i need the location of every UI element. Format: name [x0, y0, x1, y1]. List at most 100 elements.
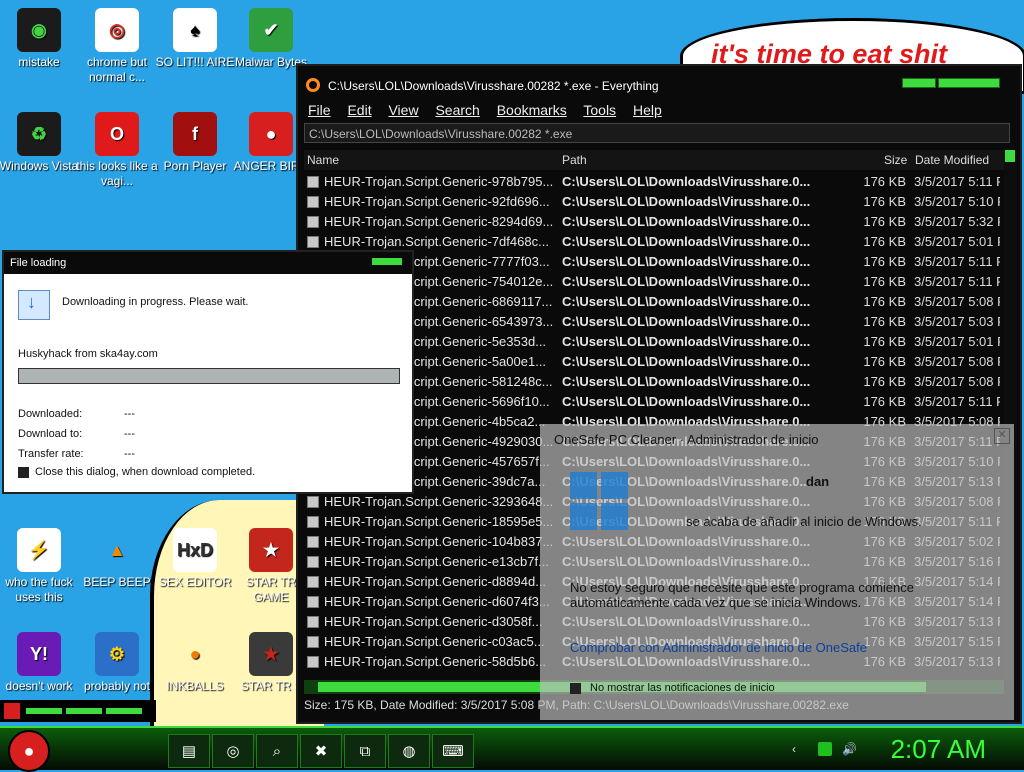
razer-icon: ◉	[17, 8, 61, 52]
column-date-modified[interactable]: Date Modified	[915, 153, 989, 167]
file-date: 3/5/2017 5:11 F	[914, 394, 1000, 409]
table-row[interactable]: HEUR-Trojan.Script.Generic-8294d69... C:\…	[304, 212, 1004, 232]
notification-header: OneSafe PC Cleaner · Administrador de in…	[554, 432, 819, 447]
file-loading-dialog[interactable]: File loading Downloading in progress. Pl…	[2, 250, 414, 494]
file-name: HEUR-Trojan.Script.Generic-18595e5...	[324, 514, 554, 529]
computer-app-taskbar-icon[interactable]: ⌨	[432, 734, 474, 768]
column-size[interactable]: Size	[884, 153, 907, 167]
desktop-icon[interactable]: ♻ Windows Vista	[0, 112, 80, 174]
close-button[interactable]	[938, 78, 1000, 88]
onesafe-notification[interactable]: OneSafe PC Cleaner · Administrador de in…	[540, 424, 1014, 720]
file-size: 176 KB	[863, 194, 906, 209]
menu-search[interactable]: Search	[435, 102, 479, 118]
file-date: 3/5/2017 5:08 F	[914, 294, 1000, 309]
desktop-icon[interactable]: ⚙ probably not	[76, 632, 158, 694]
file-icon	[307, 636, 319, 648]
menu-bookmarks[interactable]: Bookmarks	[497, 102, 567, 118]
desktop-icon-label: BEEP BEEP	[83, 575, 151, 589]
notification-close-button[interactable]: ✕	[994, 428, 1010, 444]
dialog-close-button[interactable]	[372, 258, 402, 265]
file-date: 3/5/2017 5:08 F	[914, 354, 1000, 369]
crossed-app-taskbar-icon[interactable]: ✖	[300, 734, 342, 768]
desktop-icon-label: Porn Player	[163, 159, 227, 173]
desktop-icon[interactable]: Y! doesn't work	[0, 632, 80, 694]
file-name: HEUR-Trojan.Script.Generic-58d5b6...	[324, 654, 547, 669]
file-path: C:\Users\LOL\Downloads\Virusshare.0...	[562, 214, 810, 229]
file-name: HEUR-Trojan.Script.Generic-92fd696...	[324, 194, 550, 209]
file-path: C:\Users\LOL\Downloads\Virusshare.0...	[562, 194, 810, 209]
downloaded-label: Downloaded:	[18, 408, 83, 420]
file-path: C:\Users\LOL\Downloads\Virusshare.0...	[562, 234, 810, 249]
menu-help[interactable]: Help	[633, 102, 662, 118]
clock[interactable]: 2:07 AM	[891, 734, 986, 765]
flash-icon: f	[173, 112, 217, 156]
tray-chevron-icon[interactable]: ‹	[792, 742, 806, 756]
explorer-taskbar-icon[interactable]: ▤	[168, 734, 210, 768]
table-row[interactable]: HEUR-Trojan.Script.Generic-7df468c... C:\…	[304, 232, 1004, 252]
star-trek-icon: ★	[249, 632, 293, 676]
desktop-icon[interactable]: ♠ SO LIT!!! AIRE	[154, 8, 236, 70]
file-date: 3/5/2017 5:01 F	[914, 334, 1000, 349]
desktop-icon-label: SEX EDITOR	[158, 575, 232, 589]
desktop-icon[interactable]: ✔ Malwar Bytes	[230, 8, 312, 70]
menu-tools[interactable]: Tools	[583, 102, 616, 118]
purple-app-taskbar-icon[interactable]: ◍	[388, 734, 430, 768]
table-row[interactable]: HEUR-Trojan.Script.Generic-92fd696... C:\…	[304, 192, 1004, 212]
desktop-icon[interactable]: Othis looks like a vagi...	[76, 112, 158, 189]
dialog-titlebar[interactable]: File loading	[4, 252, 412, 274]
file-date: 3/5/2017 5:01 F	[914, 234, 1000, 249]
desktop-icon-label: INKBALLS	[166, 679, 224, 693]
desktop-icon[interactable]: ◉ mistake	[0, 8, 80, 70]
file-size: 176 KB	[863, 274, 906, 289]
windows-logo-icon	[570, 472, 630, 532]
minimize-button[interactable]	[902, 78, 936, 88]
solitaire-icon: ♠	[173, 8, 217, 52]
file-icon	[307, 176, 319, 188]
menu-view[interactable]: View	[388, 102, 418, 118]
file-icon	[307, 196, 319, 208]
file-icon	[307, 596, 319, 608]
chrome-icon: ◎	[95, 8, 139, 52]
inkball-icon: ●	[189, 643, 201, 664]
desktop-icon[interactable]: ● INKBALLS	[154, 632, 236, 694]
scroll-thumb[interactable]	[1005, 150, 1015, 162]
transfer-rate-value: ---	[124, 448, 135, 460]
file-name: HEUR-Trojan.Script.Generic-7df468c...	[324, 234, 549, 249]
table-row[interactable]: HEUR-Trojan.Script.Generic-978b795... C:\…	[304, 172, 1004, 192]
no-notifications-checkbox[interactable]	[570, 683, 581, 694]
file-size: 176 KB	[863, 374, 906, 389]
lightning-icon: ⚡	[17, 528, 61, 572]
menu-edit[interactable]: Edit	[347, 102, 371, 118]
file-icon	[307, 616, 319, 628]
notification-link[interactable]: Comprobar con Administrador de inicio de…	[570, 640, 867, 655]
no-notifications-label: No mostrar las notificaciones de inicio	[590, 682, 775, 694]
desktop-icon[interactable]: f Porn Player	[154, 112, 236, 174]
menu-file[interactable]: File	[308, 102, 331, 118]
taskbar: ● ▤ ◎ ⌕ ✖ ⧉ ◍ ⌨ ‹ 🔊 2:07 AM	[0, 726, 1024, 772]
chrome-taskbar-icon[interactable]: ◎	[212, 734, 254, 768]
desktop-icon[interactable]: ▲ BEEP BEEP	[76, 528, 158, 590]
file-name: HEUR-Trojan.Script.Generic-d3058f...	[324, 614, 543, 629]
file-date: 3/5/2017 5:03 F	[914, 314, 1000, 329]
dialog-message: Downloading in progress. Please wait.	[62, 296, 249, 308]
column-path[interactable]: Path	[562, 153, 587, 167]
desktop-icon[interactable]: ⚡ who the fuck uses this	[0, 528, 80, 605]
vlc-cone-icon: ▲	[108, 539, 126, 560]
search-input[interactable]: C:\Users\LOL\Downloads\Virusshare.00282 …	[304, 123, 1010, 143]
start-button[interactable]: ●	[8, 730, 50, 772]
network-app-taskbar-icon[interactable]: ⧉	[344, 734, 386, 768]
everything-titlebar[interactable]: C:\Users\LOL\Downloads\Virusshare.00282 …	[298, 66, 1020, 106]
close-when-done-checkbox[interactable]	[18, 467, 29, 478]
file-icon	[307, 656, 319, 668]
tray-app-icon[interactable]	[818, 742, 832, 756]
opera-icon: O	[95, 112, 139, 156]
volume-icon[interactable]: 🔊	[842, 742, 857, 756]
file-path: C:\Users\LOL\Downloads\Virusshare.0...	[562, 354, 810, 369]
column-name[interactable]: Name	[307, 153, 339, 167]
desktop-icon[interactable]: HxD SEX EDITOR	[154, 528, 236, 590]
desktop-icon-label: chrome but normal c...	[86, 55, 148, 84]
file-name: HEUR-Trojan.Script.Generic-d6074f3...	[324, 594, 550, 609]
file-name: HEUR-Trojan.Script.Generic-d8894d...	[324, 574, 547, 589]
everything-taskbar-icon[interactable]: ⌕	[256, 734, 298, 768]
desktop-icon[interactable]: ◎ chrome but normal c...	[76, 8, 158, 85]
